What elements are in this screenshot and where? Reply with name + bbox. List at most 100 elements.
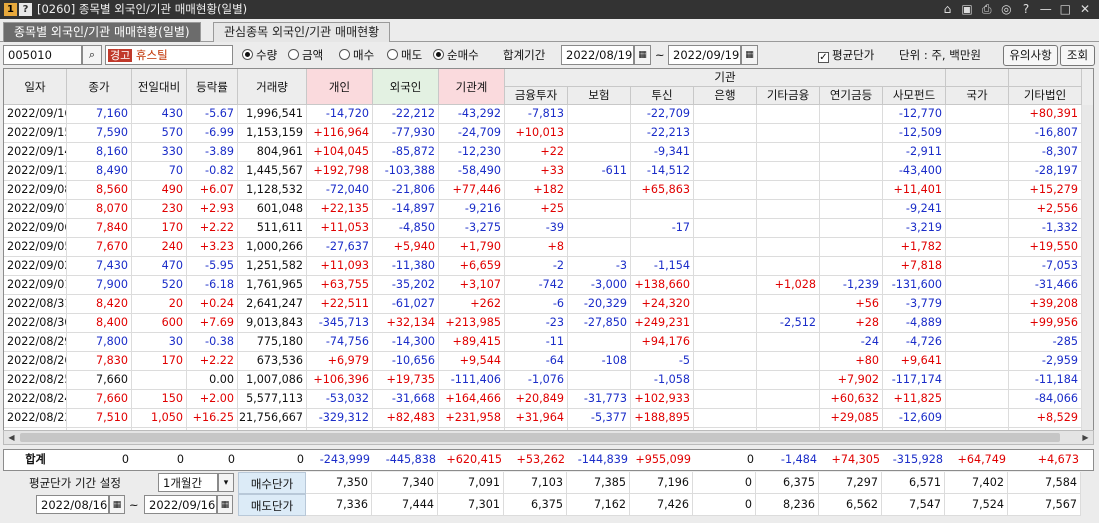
- tab-watchlist[interactable]: 관심종목 외국인/기관 매매현황: [213, 22, 391, 42]
- avg-date-from[interactable]: 2022/08/16: [36, 495, 109, 514]
- info-icon[interactable]: ?: [1018, 0, 1034, 19]
- table-row[interactable]: 2022/09/01 7,900 520 -6.18 1,761,965 +63,755-…: [4, 276, 1093, 295]
- scroll-left-icon[interactable]: ◀: [4, 431, 19, 444]
- table-cell: [694, 276, 757, 295]
- query-button[interactable]: 조회: [1060, 45, 1095, 66]
- table-row[interactable]: 2022/08/25 7,660 0.00 1,007,086 +106,396 +19,…: [4, 371, 1093, 390]
- table-cell: +102,933: [631, 390, 694, 409]
- table-cell: -9,216: [439, 200, 505, 219]
- calendar-icon[interactable]: ▦: [741, 45, 758, 65]
- table-cell: [568, 200, 631, 219]
- avg-sell-cell: 7,444: [372, 494, 438, 516]
- table-row[interactable]: 2022/09/02 7,430 470 -5.95 1,251,582 +11,093-…: [4, 257, 1093, 276]
- horizontal-scrollbar[interactable]: ◀ ▶: [3, 430, 1094, 445]
- table-cell: +60,632: [820, 390, 883, 409]
- table-row[interactable]: 2022/09/13 8,490 70 -0.82 1,445,567 +192,798-…: [4, 162, 1093, 181]
- table-cell: +15,279: [1009, 181, 1082, 200]
- tab-daily-by-stock[interactable]: 종목별 외국인/기관 매매현황(일별): [3, 22, 201, 42]
- avg-date-to[interactable]: 2022/09/16: [144, 495, 217, 514]
- radio-quantity[interactable]: 수량: [242, 46, 277, 64]
- table-row[interactable]: 2022/09/16 7,160 430 -5.67 1,996,541 -14,720-…: [4, 105, 1093, 124]
- table-cell: +188,895: [631, 409, 694, 428]
- table-cell: 2022/08/26: [4, 352, 67, 371]
- avg-sell-cell: 7,301: [438, 494, 504, 516]
- table-cell: 1,153,159: [238, 124, 307, 143]
- table-row[interactable]: 2022/08/30 8,400 600 +7.69 9,013,843 -345,713…: [4, 314, 1093, 333]
- close-icon[interactable]: ✕: [1077, 0, 1093, 19]
- table-row[interactable]: 2022/09/06 7,840 170 +2.22 511,611 +11,053 -4,…: [4, 219, 1093, 238]
- table-cell: [568, 219, 631, 238]
- chevron-down-icon[interactable]: ▾: [218, 473, 234, 492]
- table-cell: -20,329: [568, 295, 631, 314]
- table-cell: [820, 124, 883, 143]
- date-from-input[interactable]: 2022/08/19: [561, 45, 634, 65]
- avg-price-checkbox[interactable]: ✓ 평균단가: [818, 46, 874, 64]
- table-cell: -6: [505, 295, 568, 314]
- avg-period-select[interactable]: 1개월간: [158, 473, 218, 492]
- table-cell: [946, 295, 1009, 314]
- link-icon[interactable]: ⌂: [939, 0, 955, 19]
- avg-sell-cell: 6,375: [504, 494, 567, 516]
- table-row[interactable]: 2022/08/31 8,420 20 +0.24 2,641,247 +22,511 -6…: [4, 295, 1093, 314]
- vertical-scrollbar[interactable]: [1082, 105, 1093, 444]
- radio-buy[interactable]: 매수: [339, 46, 374, 64]
- table-cell: +231,958: [439, 409, 505, 428]
- stock-code-input[interactable]: 005010: [3, 45, 82, 65]
- col-private-fund: 사모펀드: [883, 87, 946, 105]
- table-cell: -12,770: [883, 105, 946, 124]
- radio-icon: [387, 49, 398, 60]
- calendar-icon[interactable]: ▦: [109, 495, 125, 514]
- table-cell: -6.18: [187, 276, 238, 295]
- table-cell: [694, 314, 757, 333]
- table-cell: +24,320: [631, 295, 694, 314]
- table-cell: [568, 124, 631, 143]
- table-cell: 470: [132, 257, 187, 276]
- minimize-icon[interactable]: —: [1038, 0, 1054, 19]
- radio-amount[interactable]: 금액: [288, 46, 323, 64]
- table-cell: 2022/09/02: [4, 257, 67, 276]
- table-cell: -14,720: [307, 105, 373, 124]
- table-cell: 9,013,843: [238, 314, 307, 333]
- date-to-input[interactable]: 2022/09/19: [668, 45, 741, 65]
- table-cell: 600: [132, 314, 187, 333]
- table-row[interactable]: 2022/09/15 7,590 570 -6.99 1,153,159 +116,964…: [4, 124, 1093, 143]
- table-row[interactable]: 2022/09/07 8,070 230 +2.93 601,048 +22,135 -14…: [4, 200, 1093, 219]
- table-row[interactable]: 2022/08/26 7,830 170 +2.22 673,536 +6,979 -10,…: [4, 352, 1093, 371]
- table-cell: [820, 200, 883, 219]
- table-cell: [946, 162, 1009, 181]
- scroll-thumb[interactable]: [20, 433, 1060, 442]
- table-cell: +31,964: [505, 409, 568, 428]
- pin-icon[interactable]: ▣: [959, 0, 975, 19]
- radio-sell[interactable]: 매도: [387, 46, 422, 64]
- table-row[interactable]: 2022/09/14 8,160 330 -3.89 804,961 +104,045 -8…: [4, 143, 1093, 162]
- maximize-icon[interactable]: □: [1057, 0, 1073, 19]
- notes-button[interactable]: 유의사항: [1003, 45, 1058, 66]
- table-cell: 8,490: [67, 162, 132, 181]
- screen-number-badge: 1: [4, 3, 17, 16]
- table-cell: -14,897: [373, 200, 439, 219]
- col-rate: 등락률: [187, 69, 238, 105]
- print-icon[interactable]: ⎙: [979, 0, 995, 19]
- table-cell: 7,830: [67, 352, 132, 371]
- capture-icon[interactable]: ◎: [998, 0, 1014, 19]
- totals-cell: -445,838: [385, 453, 436, 466]
- table-row[interactable]: 2022/09/05 7,670 240 +3.23 1,000,266 -27,637 +…: [4, 238, 1093, 257]
- magnifier-icon[interactable]: ⌕: [82, 45, 102, 65]
- help-icon[interactable]: ?: [19, 3, 32, 16]
- table-cell: -8,307: [1009, 143, 1082, 162]
- avg-buy-cell: 7,584: [1008, 472, 1081, 494]
- scroll-right-icon[interactable]: ▶: [1078, 431, 1093, 444]
- table-cell: [757, 333, 820, 352]
- radio-net-buy[interactable]: 순매수: [433, 46, 479, 64]
- table-row[interactable]: 2022/08/24 7,660 150 +2.00 5,577,113 -53,032-…: [4, 390, 1093, 409]
- table-cell: [820, 257, 883, 276]
- table-cell: +2.93: [187, 200, 238, 219]
- table-row[interactable]: 2022/08/23 7,510 1,050 +16.25 21,756,667 -329…: [4, 409, 1093, 428]
- calendar-icon[interactable]: ▦: [217, 495, 233, 514]
- table-row[interactable]: 2022/08/29 7,800 30 -0.38 775,180 -74,756 -14,…: [4, 333, 1093, 352]
- calendar-icon[interactable]: ▦: [634, 45, 651, 65]
- table-cell: +22,511: [307, 295, 373, 314]
- avg-sell-cell: 7,547: [882, 494, 945, 516]
- table-row[interactable]: 2022/09/08 8,560 490 +6.07 1,128,532 -72,040-…: [4, 181, 1093, 200]
- table-cell: [757, 409, 820, 428]
